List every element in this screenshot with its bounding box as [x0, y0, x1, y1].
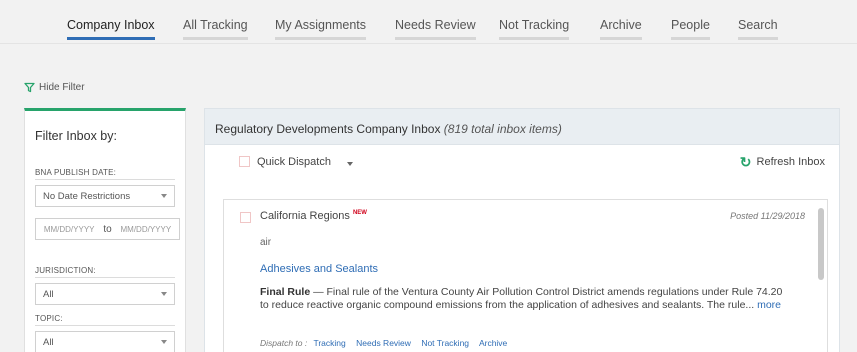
quick-dispatch-dropdown[interactable]: Quick Dispatch — [257, 156, 331, 168]
tab-label: Search — [738, 18, 778, 32]
topic-select[interactable]: All — [35, 331, 175, 352]
scrollbar[interactable] — [818, 208, 824, 280]
filter-title: Filter Inbox by: — [35, 129, 117, 143]
publish-date-label-text: BNA PUBLISH DATE: — [35, 168, 117, 177]
refresh-inbox-label: Refresh Inbox — [756, 156, 825, 168]
item-summary-text: — Final rule of the Ventura County Air P… — [260, 286, 783, 311]
item-type: Final Rule — [260, 286, 311, 298]
chevron-down-icon — [161, 292, 167, 296]
tab-underline — [183, 37, 248, 40]
tab-label: My Assignments — [275, 18, 367, 32]
topic-link[interactable]: Adhesives and Sealants — [260, 263, 378, 275]
date-range-inputs: MM/DD/YYYY to MM/DD/YYYY — [35, 218, 180, 240]
refresh-inbox-button[interactable]: ↻ Refresh Inbox — [740, 155, 825, 169]
tab-underline — [275, 37, 367, 40]
tab-underline — [600, 37, 642, 40]
chevron-down-icon[interactable] — [347, 162, 353, 166]
tab-label: People — [671, 18, 710, 32]
tab-label: Company Inbox — [67, 18, 155, 32]
dispatch-needs-review-link[interactable]: Needs Review — [356, 338, 411, 348]
tab-label: All Tracking — [183, 18, 248, 32]
inbox-title-text: Regulatory Developments Company Inbox — [215, 122, 441, 136]
inbox-panel: Regulatory Developments Company Inbox (8… — [204, 108, 840, 352]
date-restriction-value: No Date Restrictions — [43, 191, 131, 202]
tab-label: Needs Review — [395, 18, 476, 32]
item-checkbox[interactable] — [240, 212, 251, 223]
tab-my-assignments[interactable]: My Assignments — [275, 18, 367, 40]
new-badge: NEW — [352, 210, 367, 216]
divider — [35, 325, 175, 326]
chevron-down-icon — [161, 194, 167, 198]
jurisdiction-label-text: JURISDICTION: — [35, 266, 96, 275]
date-restriction-select[interactable]: No Date Restrictions — [35, 185, 175, 207]
tab-search[interactable]: Search — [738, 18, 778, 40]
date-from-input[interactable]: MM/DD/YYYY — [36, 225, 102, 234]
date-to-separator: to — [103, 223, 112, 235]
tab-not-tracking[interactable]: Not Tracking — [499, 18, 570, 40]
dispatch-label: Dispatch to : — [260, 338, 308, 348]
hide-filter-label: Hide Filter — [39, 82, 85, 93]
inbox-title: Regulatory Developments Company Inbox (8… — [215, 122, 562, 136]
posted-date: Posted 11/29/2018 — [730, 211, 805, 221]
tab-underline — [499, 37, 570, 40]
dispatch-not-tracking-link[interactable]: Not Tracking — [421, 338, 469, 348]
refresh-icon: ↻ — [739, 154, 752, 170]
tab-underline — [395, 37, 476, 40]
dispatch-archive-link[interactable]: Archive — [479, 338, 507, 348]
divider — [35, 277, 175, 278]
item-summary: Final Rule — Final rule of the Ventura C… — [260, 286, 788, 312]
dispatch-tracking-link[interactable]: Tracking — [313, 338, 345, 348]
topic-label-text: TOPIC: — [35, 314, 63, 323]
publish-date-label: BNA PUBLISH DATE: — [35, 168, 175, 180]
item-keyword: air — [260, 237, 272, 248]
topic-value: All — [43, 337, 54, 348]
tab-label: Archive — [600, 18, 642, 32]
tab-needs-review[interactable]: Needs Review — [395, 18, 476, 40]
inbox-count: (819 total inbox items) — [443, 122, 562, 136]
more-link[interactable]: more — [757, 299, 781, 311]
filter-panel: Filter Inbox by: BNA PUBLISH DATE: No Da… — [24, 108, 186, 352]
filter-icon — [24, 82, 35, 93]
divider — [35, 179, 175, 180]
item-source: California Regions NEW — [260, 210, 367, 222]
tab-underline — [671, 37, 710, 40]
inbox-item-card: California Regions NEW Posted 11/29/2018… — [223, 199, 828, 352]
jurisdiction-value: All — [43, 289, 54, 300]
inbox-header: Regulatory Developments Company Inbox (8… — [205, 109, 839, 145]
tab-company-inbox[interactable]: Company Inbox — [67, 18, 155, 40]
tab-label: Not Tracking — [499, 18, 570, 32]
dispatch-actions: Dispatch to : Tracking Needs Review Not … — [260, 338, 515, 348]
tab-underline — [67, 37, 155, 40]
jurisdiction-select[interactable]: All — [35, 283, 175, 305]
tab-people[interactable]: People — [671, 18, 710, 40]
jurisdiction-label: JURISDICTION: — [35, 266, 175, 278]
tab-underline — [738, 37, 778, 40]
select-all-checkbox[interactable] — [239, 156, 250, 167]
tab-archive[interactable]: Archive — [600, 18, 642, 40]
topic-label: TOPIC: — [35, 314, 175, 326]
date-to-input[interactable]: MM/DD/YYYY — [113, 225, 179, 234]
top-nav: Company Inbox All Tracking My Assignment… — [0, 0, 857, 44]
chevron-down-icon — [161, 340, 167, 344]
tab-all-tracking[interactable]: All Tracking — [183, 18, 248, 40]
hide-filter-button[interactable]: Hide Filter — [24, 82, 85, 93]
item-source-text: California Regions — [260, 210, 350, 222]
